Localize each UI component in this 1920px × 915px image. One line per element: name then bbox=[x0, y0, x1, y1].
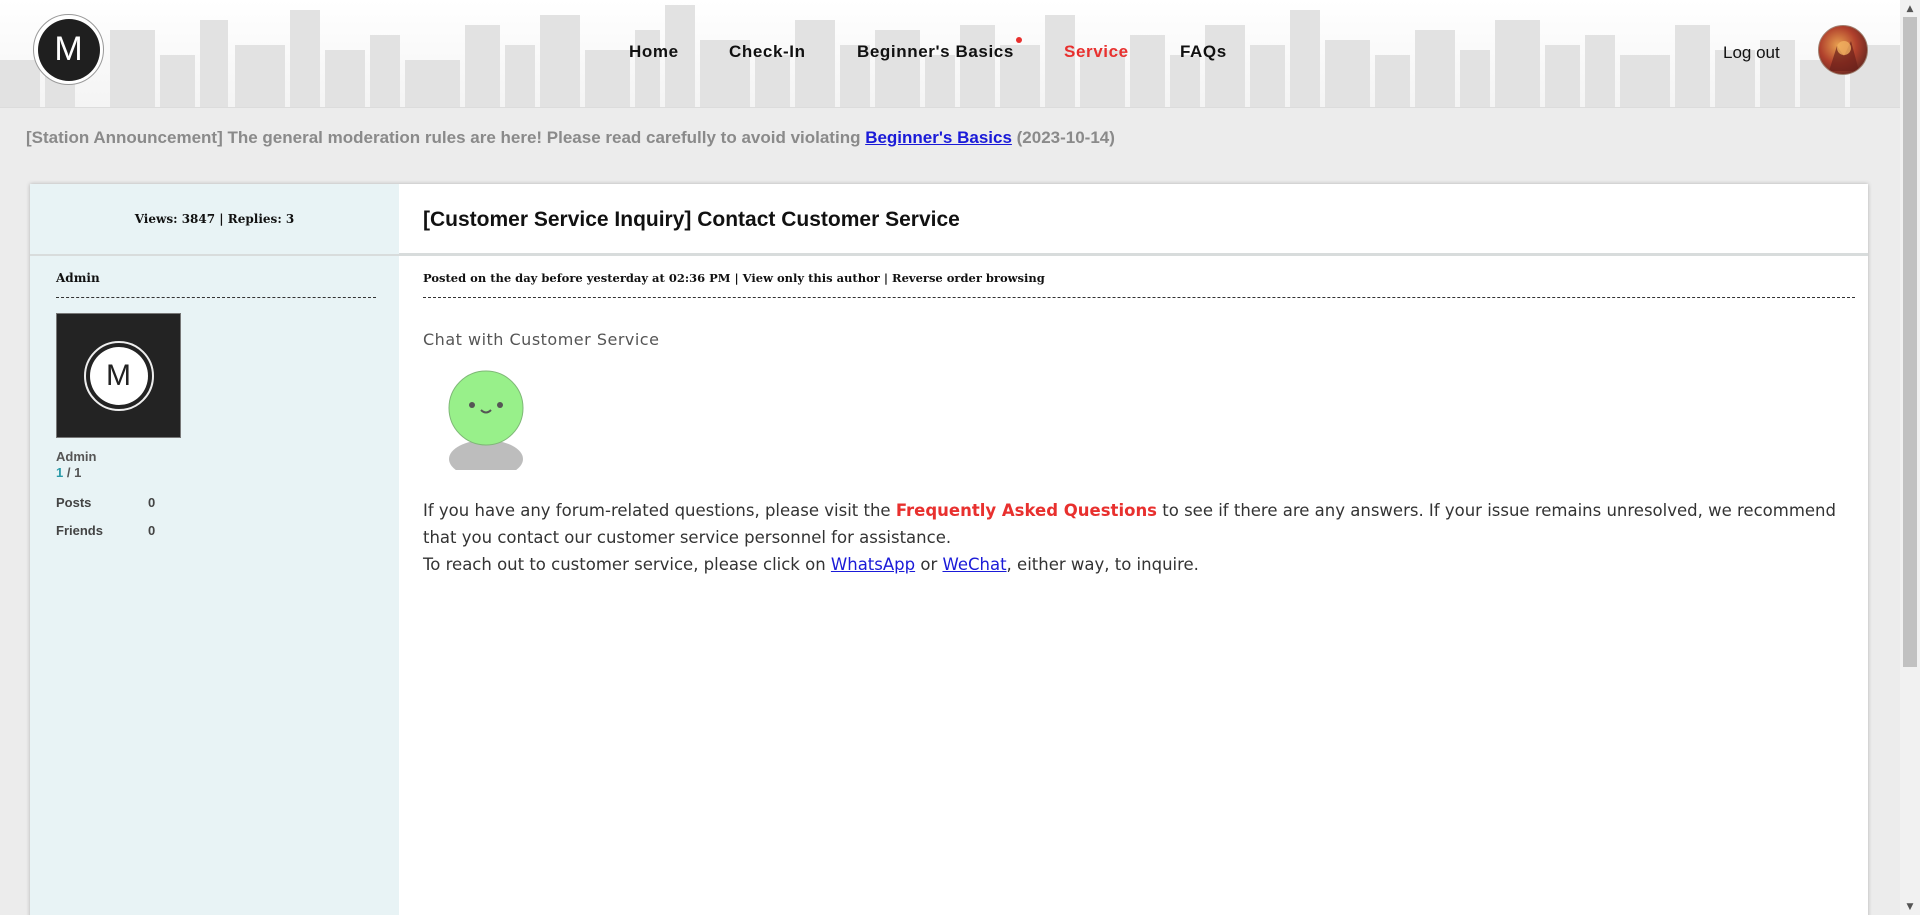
avatar-letter: M bbox=[89, 346, 148, 405]
post-paragraph-1: If you have any forum-related questions,… bbox=[423, 497, 1853, 551]
author-level-sep: / bbox=[63, 465, 75, 480]
site-logo[interactable]: M bbox=[33, 14, 104, 85]
post-title-bar: [Customer Service Inquiry] Contact Custo… bbox=[399, 184, 1868, 256]
page-scrollbar[interactable]: ▲ ▼ bbox=[1900, 0, 1920, 915]
page: M Home Check-In Beginner's Basics Servic… bbox=[0, 0, 1920, 915]
nav-beginners-basics[interactable]: Beginner's Basics bbox=[857, 42, 1014, 62]
body-text-2a: To reach out to customer service, please… bbox=[423, 555, 831, 574]
post-date: Posted on the day before yesterday at 02… bbox=[423, 271, 731, 285]
announcement-link-beginners-basics[interactable]: Beginner's Basics bbox=[865, 128, 1012, 147]
avatar-ring: M bbox=[83, 340, 154, 411]
announcement-date: (2023-10-14) bbox=[1011, 128, 1115, 147]
station-announcement: [Station Announcement] The general moder… bbox=[26, 128, 1115, 148]
faq-link[interactable]: Frequently Asked Questions bbox=[896, 501, 1157, 520]
body-text-1a: If you have any forum-related questions,… bbox=[423, 501, 896, 520]
scroll-thumb[interactable] bbox=[1903, 17, 1917, 667]
nav-home[interactable]: Home bbox=[629, 42, 679, 62]
reverse-order-link[interactable]: Reverse order browsing bbox=[892, 271, 1045, 285]
author-name[interactable]: Admin bbox=[56, 449, 96, 464]
logout-link[interactable]: Log out bbox=[1723, 43, 1780, 63]
author-head-label[interactable]: Admin bbox=[56, 271, 100, 285]
post-body: If you have any forum-related questions,… bbox=[423, 497, 1853, 578]
post-title: [Customer Service Inquiry] Contact Custo… bbox=[423, 208, 960, 231]
site-header: M Home Check-In Beginner's Basics Servic… bbox=[0, 0, 1900, 108]
author-posts-value: 0 bbox=[148, 495, 156, 510]
author-avatar[interactable]: M bbox=[56, 313, 181, 438]
post-meta: Posted on the day before yesterday at 02… bbox=[423, 271, 1855, 298]
post-paragraph-2: To reach out to customer service, please… bbox=[423, 551, 1853, 578]
author-posts-label: Posts bbox=[56, 495, 92, 510]
notification-dot bbox=[1016, 37, 1022, 43]
wechat-link[interactable]: WeChat bbox=[942, 555, 1006, 574]
author-friends-row: Friends 0 bbox=[56, 523, 155, 538]
author-level-total: 1 bbox=[74, 465, 82, 480]
author-friends-label: Friends bbox=[56, 523, 103, 538]
avatar-art-icon bbox=[1829, 41, 1859, 71]
author-friends-value: 0 bbox=[148, 523, 156, 538]
scroll-down-icon[interactable]: ▼ bbox=[1900, 898, 1920, 915]
meta-separator: | bbox=[879, 271, 893, 285]
logo-letter: M bbox=[37, 18, 100, 81]
body-text-or: or bbox=[915, 555, 943, 574]
nav-service[interactable]: Service bbox=[1064, 42, 1129, 62]
author-posts-row: Posts 0 bbox=[56, 495, 155, 510]
post-container: Views: 3847 | Replies: 3 Admin M Admin 1… bbox=[30, 184, 1868, 915]
body-text-2b: , either way, to inquire. bbox=[1006, 555, 1199, 574]
post-stats: Views: 3847 | Replies: 3 bbox=[30, 184, 399, 256]
author-sidebar: Views: 3847 | Replies: 3 Admin M Admin 1… bbox=[30, 184, 399, 915]
scroll-up-icon[interactable]: ▲ bbox=[1900, 0, 1920, 17]
nav-check-in[interactable]: Check-In bbox=[729, 42, 806, 62]
author-level: 1 / 1 bbox=[56, 465, 81, 480]
mascot-icon[interactable] bbox=[448, 370, 528, 470]
whatsapp-link[interactable]: WhatsApp bbox=[831, 555, 915, 574]
announcement-text: [Station Announcement] The general moder… bbox=[26, 128, 866, 147]
view-only-author-link[interactable]: View only this author bbox=[743, 271, 880, 285]
meta-separator: | bbox=[730, 271, 743, 285]
user-avatar[interactable] bbox=[1818, 25, 1868, 75]
nav-faqs[interactable]: FAQs bbox=[1180, 42, 1227, 62]
author-head-name: Admin bbox=[56, 271, 376, 298]
chat-heading: Chat with Customer Service bbox=[423, 330, 660, 349]
